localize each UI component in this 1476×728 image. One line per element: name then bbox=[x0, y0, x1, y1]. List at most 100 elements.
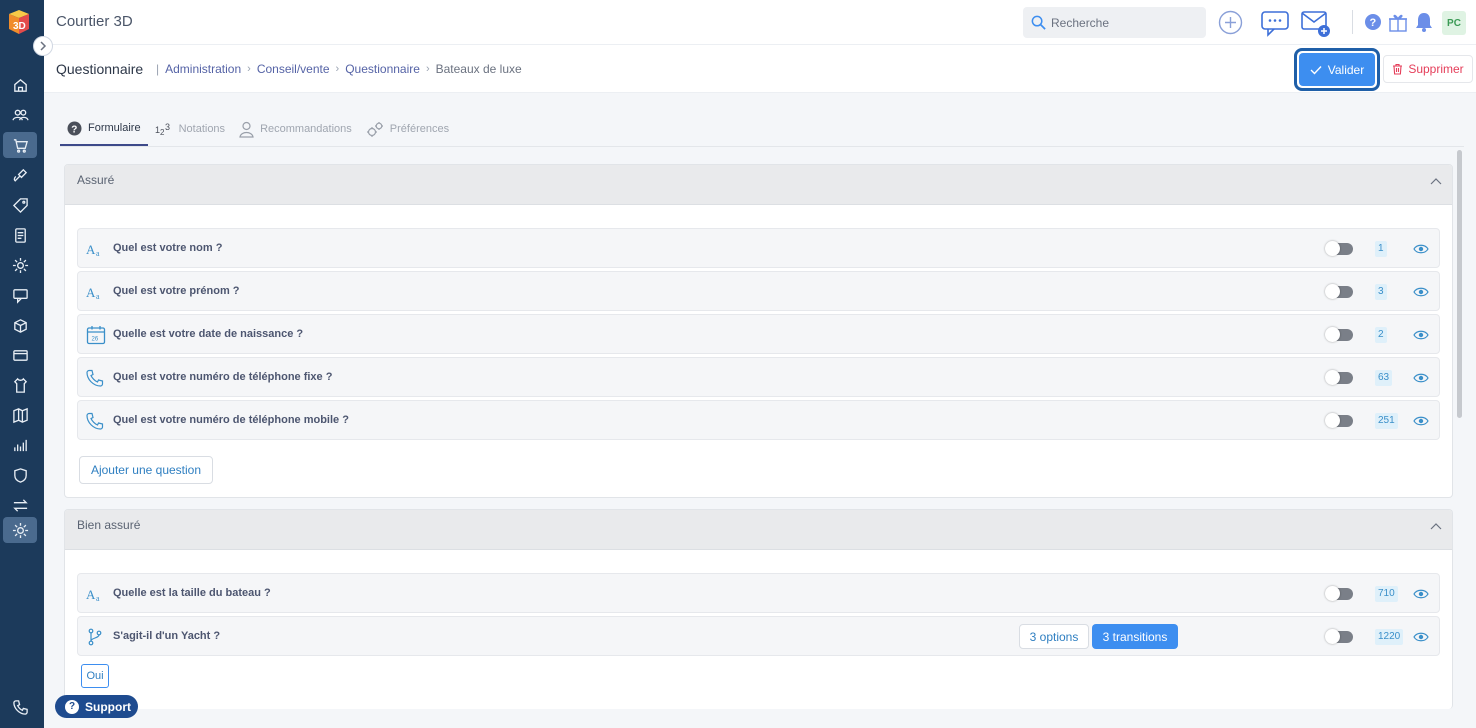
user-avatar[interactable]: PC bbox=[1442, 11, 1466, 35]
top-bar: Courtier 3D ? PC bbox=[44, 0, 1476, 45]
validate-button[interactable]: Valider bbox=[1294, 48, 1380, 91]
question-toggle[interactable] bbox=[1325, 284, 1353, 299]
text-icon: Aa bbox=[86, 242, 100, 258]
gear-icon bbox=[12, 257, 28, 273]
gift-icon[interactable] bbox=[1387, 11, 1409, 33]
breadcrumb: | Administration › Conseil/vente › Quest… bbox=[156, 62, 522, 76]
question-toggle[interactable] bbox=[1325, 241, 1353, 256]
users-icon bbox=[11, 109, 29, 121]
chevron-up-icon[interactable] bbox=[1430, 522, 1442, 530]
messages-icon[interactable] bbox=[1260, 9, 1291, 37]
section-header[interactable]: Bien assuré bbox=[65, 510, 1452, 550]
question-id-badge: 63 bbox=[1375, 370, 1393, 386]
question-row[interactable]: Aa Quel est votre nom ? 1 bbox=[77, 228, 1440, 268]
text-icon: Aa bbox=[86, 587, 100, 603]
question-toggle[interactable] bbox=[1325, 629, 1353, 644]
chevron-right-icon: › bbox=[425, 63, 430, 75]
question-row[interactable]: Quel est votre numéro de téléphone mobil… bbox=[77, 400, 1440, 440]
sidebar-item-payments[interactable] bbox=[3, 342, 37, 368]
sidebar-item-map[interactable] bbox=[3, 402, 37, 428]
eye-icon[interactable] bbox=[1413, 371, 1429, 385]
question-label: Quel est votre nom ? bbox=[113, 242, 223, 254]
delete-button[interactable]: Supprimer bbox=[1383, 55, 1473, 83]
gears-icon bbox=[366, 121, 383, 137]
chat-icon bbox=[12, 288, 28, 304]
eye-icon[interactable] bbox=[1413, 587, 1429, 601]
tab-preferences[interactable]: Préférences bbox=[359, 112, 456, 146]
sidebar-item-tags[interactable] bbox=[3, 192, 37, 218]
breadcrumb-link-questionnaire[interactable]: Questionnaire bbox=[345, 62, 420, 76]
eye-icon[interactable] bbox=[1413, 328, 1429, 342]
help-icon: ? bbox=[65, 699, 79, 714]
question-toggle[interactable] bbox=[1325, 413, 1353, 428]
question-id-badge: 710 bbox=[1375, 586, 1398, 602]
chevron-up-icon[interactable] bbox=[1430, 177, 1442, 185]
sidebar-item-home[interactable] bbox=[3, 72, 37, 98]
eye-icon[interactable] bbox=[1413, 630, 1429, 644]
question-row[interactable]: S'agit-il d'un Yacht ? 3 options 3 trans… bbox=[77, 616, 1440, 656]
sidebar-item-contacts[interactable] bbox=[3, 102, 37, 128]
sidebar-item-tools[interactable] bbox=[3, 162, 37, 188]
question-toggle[interactable] bbox=[1325, 370, 1353, 385]
tab-notations[interactable]: 123 Notations bbox=[148, 112, 232, 146]
tab-recommandations[interactable]: Recommandations bbox=[232, 112, 359, 146]
document-icon bbox=[14, 227, 26, 243]
sidebar-item-settings-alt[interactable] bbox=[3, 252, 37, 278]
user-pin-icon bbox=[239, 121, 254, 138]
breadcrumb-link-conseil[interactable]: Conseil/vente bbox=[257, 62, 330, 76]
question-row[interactable]: Aa Quel est votre prénom ? 3 bbox=[77, 271, 1440, 311]
sidebar-item-sales[interactable] bbox=[3, 132, 37, 158]
search-input[interactable] bbox=[1051, 7, 1201, 38]
eye-icon[interactable] bbox=[1413, 414, 1429, 428]
options-button[interactable]: 3 options bbox=[1019, 624, 1089, 649]
sidebar-item-documents[interactable] bbox=[3, 222, 37, 248]
sidebar-item-products[interactable] bbox=[3, 312, 37, 338]
search-box[interactable] bbox=[1023, 7, 1206, 38]
tab-bar: ? Formulaire 123 Notations Recommandatio… bbox=[60, 112, 456, 146]
bell-icon[interactable] bbox=[1414, 11, 1434, 33]
support-button[interactable]: ? Support bbox=[55, 695, 138, 718]
numbers-icon: 1 23 bbox=[155, 122, 170, 136]
breadcrumb-separator: | bbox=[156, 62, 160, 76]
tools-icon bbox=[13, 168, 27, 182]
tab-label: Préférences bbox=[389, 123, 450, 135]
answer-oui-button[interactable]: Oui bbox=[81, 664, 109, 688]
question-label: Quelle est votre date de naissance ? bbox=[113, 328, 304, 340]
question-row[interactable]: 26 Quelle est votre date de naissance ? … bbox=[77, 314, 1440, 354]
logo-icon: 3D bbox=[9, 10, 29, 34]
section-header[interactable]: Assuré bbox=[65, 165, 1452, 205]
eye-icon[interactable] bbox=[1413, 242, 1429, 256]
add-circle-icon[interactable] bbox=[1218, 10, 1243, 35]
sidebar-item-security[interactable] bbox=[3, 462, 37, 488]
home-icon bbox=[13, 78, 27, 92]
page-title: Questionnaire bbox=[56, 61, 144, 77]
sidebar-item-transfers[interactable] bbox=[3, 492, 37, 518]
sidebar-toggle-button[interactable] bbox=[33, 36, 53, 56]
sidebar-item-support[interactable] bbox=[3, 282, 37, 308]
question-id-badge: 1220 bbox=[1375, 629, 1404, 645]
tab-label: Recommandations bbox=[260, 123, 352, 135]
transfer-icon bbox=[12, 498, 28, 512]
cart-icon bbox=[13, 138, 28, 153]
question-row[interactable]: Quel est votre numéro de téléphone fixe … bbox=[77, 357, 1440, 397]
question-toggle[interactable] bbox=[1325, 327, 1353, 342]
new-mail-icon[interactable] bbox=[1300, 9, 1332, 39]
sidebar-item-claims[interactable] bbox=[3, 372, 37, 398]
breadcrumb-link-administration[interactable]: Administration bbox=[165, 62, 241, 76]
question-row[interactable]: Aa Quelle est la taille du bateau ? 710 bbox=[77, 573, 1440, 613]
toolbar-divider bbox=[1352, 10, 1353, 34]
question-id-badge: 2 bbox=[1375, 327, 1387, 343]
svg-text:3: 3 bbox=[165, 122, 170, 132]
trash-icon bbox=[1393, 63, 1403, 75]
eye-icon[interactable] bbox=[1413, 285, 1429, 299]
sidebar-item-stats[interactable] bbox=[3, 432, 37, 458]
question-toggle[interactable] bbox=[1325, 586, 1353, 601]
sidebar-item-settings[interactable] bbox=[3, 517, 37, 543]
branch-icon bbox=[88, 628, 102, 646]
transitions-button[interactable]: 3 transitions bbox=[1092, 624, 1178, 649]
sidebar-item-phone[interactable] bbox=[3, 694, 37, 720]
scrollbar[interactable] bbox=[1457, 150, 1462, 418]
add-question-button[interactable]: Ajouter une question bbox=[79, 456, 213, 484]
help-icon[interactable]: ? bbox=[1364, 13, 1382, 31]
tab-formulaire[interactable]: ? Formulaire bbox=[60, 112, 148, 146]
